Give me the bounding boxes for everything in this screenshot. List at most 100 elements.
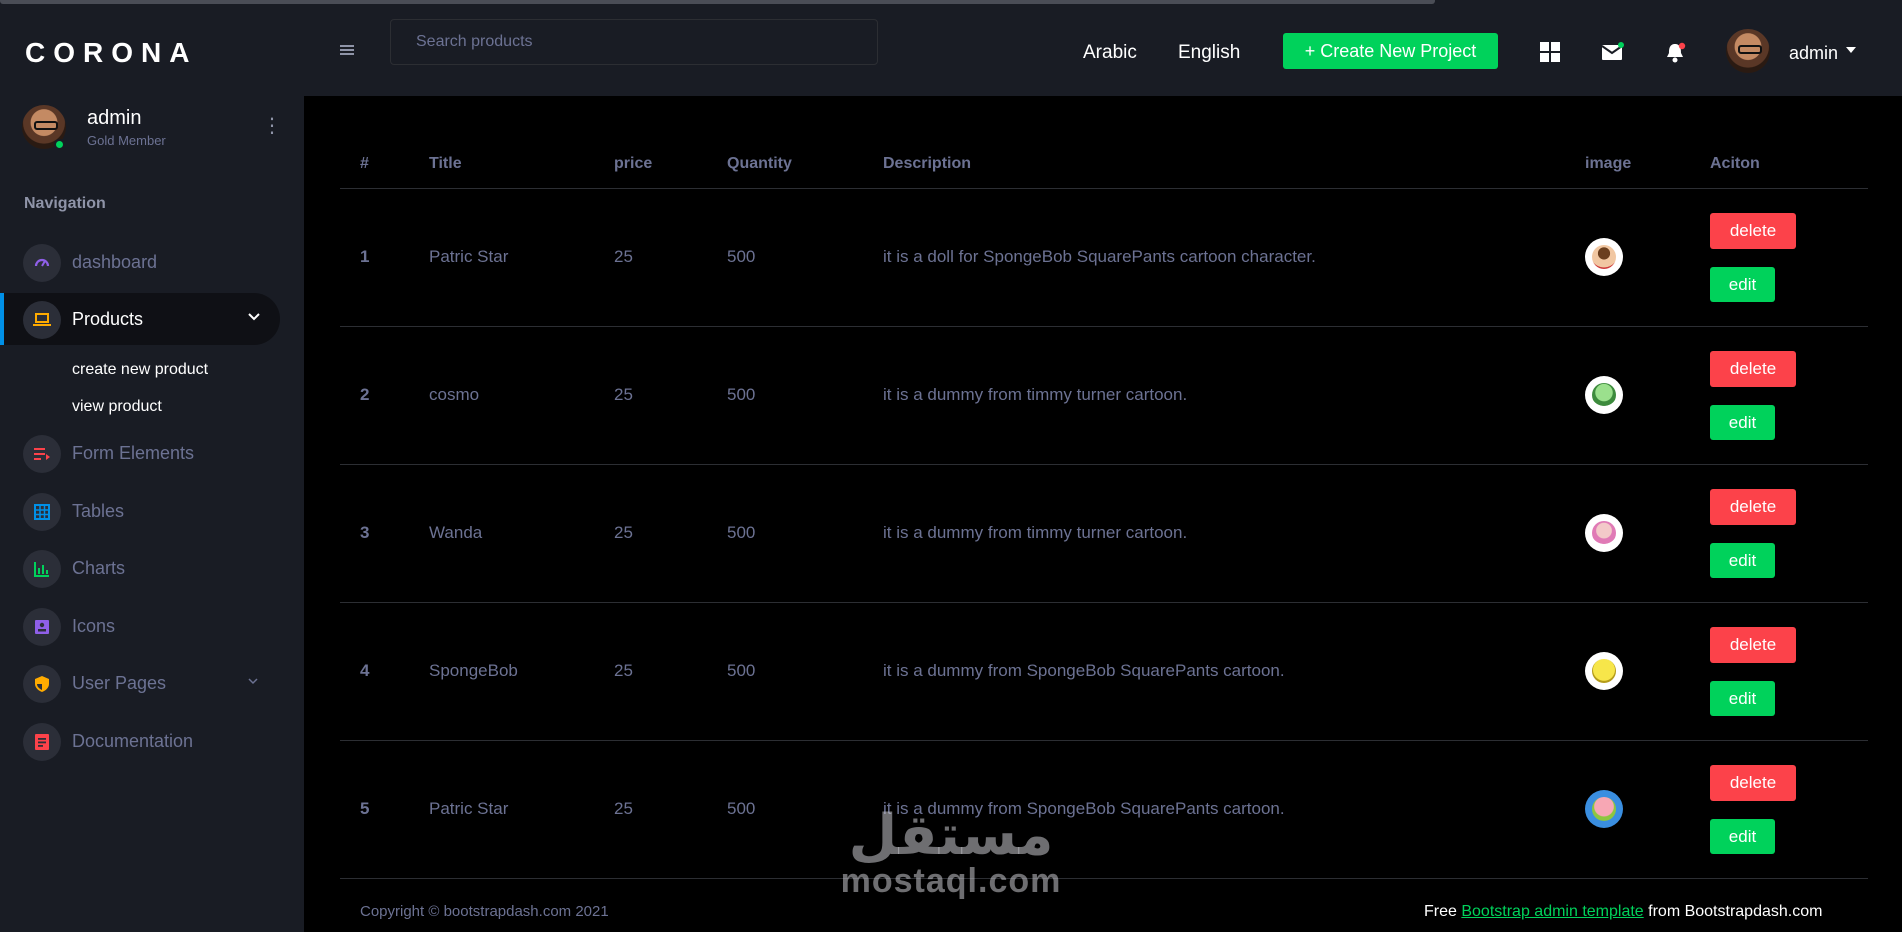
cell-actions: delete edit: [1690, 326, 1868, 465]
cell-description: it is a dummy from SpongeBob SquarePants…: [863, 740, 1565, 879]
cell-id: 3: [340, 464, 409, 603]
product-thumbnail: [1585, 652, 1623, 690]
brand-logo[interactable]: CORONA: [25, 37, 197, 69]
column-header: Aciton: [1690, 140, 1868, 189]
security-icon: [23, 665, 61, 703]
sidebar-item-tables[interactable]: Tables: [0, 485, 280, 537]
user-avatar[interactable]: [1726, 29, 1770, 73]
sidebar-item-label: Icons: [72, 616, 116, 636]
user-menu-label[interactable]: admin: [1789, 43, 1838, 64]
product-thumbnail: [1585, 790, 1623, 828]
chevron-down-icon: [248, 672, 258, 688]
sidebar-item-label: User Pages: [72, 673, 167, 693]
cell-id: 4: [340, 602, 409, 741]
cell-description: it is a dummy from timmy turner cartoon.: [863, 326, 1565, 465]
search-input[interactable]: [390, 19, 878, 65]
delete-button[interactable]: delete: [1710, 626, 1796, 663]
cell-title: Wanda: [409, 464, 594, 603]
cell-image: [1565, 464, 1690, 603]
contacts-icon: [23, 608, 61, 646]
column-header: #: [340, 140, 409, 189]
main-content: # Title price Quantity Description image…: [304, 96, 1902, 932]
cell-title: Patric Star: [409, 740, 594, 879]
edit-button[interactable]: edit: [1710, 404, 1775, 440]
sidebar-item-form-elements[interactable]: Form Elements: [0, 427, 280, 479]
email-icon[interactable]: [1601, 42, 1624, 64]
cell-quantity: 500: [707, 188, 863, 327]
caret-down-icon[interactable]: [1846, 47, 1856, 53]
table-row: 3 Wanda 25 500 it is a dummy from timmy …: [340, 464, 1868, 603]
edit-button[interactable]: edit: [1710, 266, 1775, 302]
cell-quantity: 500: [707, 740, 863, 879]
cell-image: [1565, 602, 1690, 741]
edit-button[interactable]: edit: [1710, 818, 1775, 854]
delete-button[interactable]: delete: [1710, 764, 1796, 801]
online-status-dot: [54, 139, 65, 150]
edit-button[interactable]: edit: [1710, 542, 1775, 578]
table-row: 4 SpongeBob 25 500 it is a dummy from Sp…: [340, 602, 1868, 741]
table-row: 5 Patric Star 25 500 it is a dummy from …: [340, 740, 1868, 879]
edit-button[interactable]: edit: [1710, 680, 1775, 716]
bell-icon[interactable]: [1665, 42, 1687, 64]
language-arabic-link[interactable]: Arabic: [1083, 42, 1137, 64]
sidebar-subitem-create-new-product[interactable]: create new product: [72, 361, 208, 379]
cell-title: SpongeBob: [409, 602, 594, 741]
cell-actions: delete edit: [1690, 602, 1868, 741]
sidebar-profile: admin Gold Member ⋮: [22, 105, 282, 165]
file-document-icon: [23, 723, 61, 761]
sidebar-item-charts[interactable]: Charts: [0, 542, 280, 594]
profile-role: Gold Member: [87, 133, 166, 148]
cell-price: 25: [594, 602, 707, 741]
sidebar-item-documentation[interactable]: Documentation: [0, 715, 280, 767]
column-header: Title: [409, 140, 594, 189]
profile-name: admin: [87, 107, 142, 129]
delete-button[interactable]: delete: [1710, 350, 1796, 387]
sidebar-item-user-pages[interactable]: User Pages: [0, 657, 280, 709]
cell-description: it is a doll for SpongeBob SquarePants c…: [863, 188, 1565, 327]
footer-copyright: Copyright © bootstrapdash.com 2021: [360, 903, 609, 920]
language-english-link[interactable]: English: [1178, 42, 1240, 64]
cell-image: [1565, 740, 1690, 879]
cell-actions: delete edit: [1690, 188, 1868, 327]
cell-actions: delete edit: [1690, 464, 1868, 603]
cell-actions: delete edit: [1690, 740, 1868, 879]
sidebar-item-label: dashboard: [72, 252, 158, 272]
chart-bar-icon: [23, 550, 61, 588]
view-grid-icon[interactable]: [1540, 42, 1562, 64]
sidebar-item-label: Tables: [72, 501, 125, 521]
sidebar-subitem-view-product[interactable]: view product: [72, 398, 162, 416]
cell-id: 2: [340, 326, 409, 465]
cell-title: cosmo: [409, 326, 594, 465]
sidebar-item-dashboard[interactable]: dashboard: [0, 236, 280, 288]
product-thumbnail: [1585, 376, 1623, 414]
table-row: 2 cosmo 25 500 it is a dummy from timmy …: [340, 326, 1868, 465]
horizontal-scrollbar[interactable]: [0, 0, 1435, 4]
nav-heading: Navigation: [24, 195, 106, 212]
cell-quantity: 500: [707, 326, 863, 465]
cell-id: 5: [340, 740, 409, 879]
cell-description: it is a dummy from timmy turner cartoon.: [863, 464, 1565, 603]
column-header: Quantity: [707, 140, 863, 189]
create-new-project-button[interactable]: + Create New Project: [1283, 33, 1498, 69]
column-header: price: [594, 140, 707, 189]
window-top-strip: [0, 0, 1902, 7]
product-thumbnail: [1585, 238, 1623, 276]
dots-vertical-icon[interactable]: ⋮: [262, 115, 282, 139]
footer-suffix: from Bootstrapdash.com: [1648, 903, 1823, 920]
cell-image: [1565, 188, 1690, 327]
cell-quantity: 500: [707, 602, 863, 741]
cell-quantity: 500: [707, 464, 863, 603]
delete-button[interactable]: delete: [1710, 488, 1796, 525]
delete-button[interactable]: delete: [1710, 212, 1796, 249]
bootstrap-template-link[interactable]: Bootstrap admin template: [1461, 903, 1643, 920]
cell-price: 25: [594, 326, 707, 465]
laptop-icon: [23, 301, 61, 339]
sidebar: CORONA admin Gold Member ⋮ Navigation da…: [0, 7, 304, 932]
cell-price: 25: [594, 740, 707, 879]
sidebar-item-products[interactable]: Products: [0, 293, 280, 345]
sidebar-item-label: Documentation: [72, 731, 194, 751]
cell-title: Patric Star: [409, 188, 594, 327]
chevron-down-icon: [248, 308, 260, 324]
menu-toggle-icon[interactable]: [340, 45, 354, 55]
sidebar-item-icons[interactable]: Icons: [0, 600, 280, 652]
